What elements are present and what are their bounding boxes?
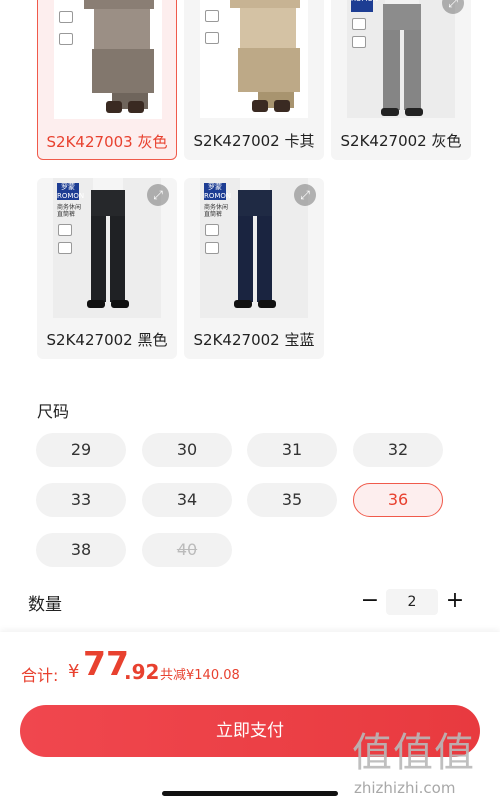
increase-quantity-button[interactable]: + bbox=[443, 588, 467, 616]
color-option-card[interactable]: ROMON ⤢ S2K427002 灰色 bbox=[331, 0, 471, 160]
watermark-logo: 值值值 bbox=[352, 730, 475, 776]
brand-logo: ROMON bbox=[351, 0, 378, 12]
product-thumbnail bbox=[200, 0, 308, 118]
product-thumbnail: 罗蒙 ROMON 商务休闲 直筒裤 bbox=[53, 178, 161, 318]
color-option-card[interactable]: S2K427003 灰色 bbox=[37, 0, 177, 160]
color-option-card[interactable]: S2K427002 卡其 bbox=[184, 0, 324, 160]
brand-logo: 罗蒙 ROMON bbox=[204, 183, 232, 200]
label-icon bbox=[59, 11, 73, 23]
label-icon bbox=[59, 33, 73, 45]
total-price-decimal: .92 bbox=[124, 660, 160, 684]
color-option-card[interactable]: 罗蒙 ROMON 商务休闲 直筒裤 ⤢ S2K427002 宝蓝 bbox=[184, 178, 324, 359]
expand-icon[interactable]: ⤢ bbox=[294, 184, 316, 206]
quantity-title: 数量 bbox=[28, 595, 62, 615]
size-chip[interactable]: 34 bbox=[142, 483, 232, 517]
label-icon bbox=[352, 36, 366, 48]
label-icon bbox=[205, 224, 219, 236]
product-thumbnail: 罗蒙 ROMON 商务休闲 直筒裤 bbox=[200, 178, 308, 318]
total-label: 合计: bbox=[21, 666, 59, 685]
label-icon bbox=[205, 242, 219, 254]
size-chip[interactable]: 30 bbox=[142, 433, 232, 467]
size-chip-selected[interactable]: 36 bbox=[353, 483, 443, 517]
size-chip-disabled: 40 bbox=[142, 533, 232, 567]
color-option-label: S2K427003 灰色 bbox=[46, 133, 168, 151]
size-section-title: 尺码 bbox=[37, 402, 70, 421]
product-thumbnail: ROMON bbox=[347, 0, 455, 118]
quantity-value[interactable]: 2 bbox=[386, 589, 438, 615]
currency-symbol: ¥ bbox=[68, 661, 80, 682]
total-price-integer: 77 bbox=[83, 644, 129, 683]
product-tag-text: 商务休闲 直筒裤 bbox=[57, 204, 82, 218]
product-thumbnail bbox=[54, 0, 162, 119]
watermark-url: zhizhizhi.com bbox=[354, 779, 456, 797]
size-chip[interactable]: 35 bbox=[247, 483, 337, 517]
color-option-label: S2K427002 宝蓝 bbox=[193, 331, 315, 349]
label-icon bbox=[58, 242, 72, 254]
color-option-label: S2K427002 灰色 bbox=[340, 132, 462, 150]
color-option-label: S2K427002 黑色 bbox=[46, 331, 168, 349]
label-icon bbox=[205, 32, 219, 44]
discount-text: 共减¥140.08 bbox=[160, 668, 240, 683]
color-option-card[interactable]: 罗蒙 ROMON 商务休闲 直筒裤 ⤢ S2K427002 黑色 bbox=[37, 178, 177, 359]
brand-logo: 罗蒙 ROMON bbox=[57, 183, 85, 200]
label-icon bbox=[205, 10, 219, 22]
label-icon bbox=[58, 224, 72, 236]
size-chip[interactable]: 38 bbox=[36, 533, 126, 567]
size-chip[interactable]: 29 bbox=[36, 433, 126, 467]
home-indicator[interactable] bbox=[162, 791, 338, 796]
size-chip[interactable]: 31 bbox=[247, 433, 337, 467]
size-chip[interactable]: 33 bbox=[36, 483, 126, 517]
size-chip[interactable]: 32 bbox=[353, 433, 443, 467]
decrease-quantity-button[interactable]: − bbox=[358, 588, 382, 616]
product-tag-text: 商务休闲 直筒裤 bbox=[204, 204, 229, 218]
label-icon bbox=[352, 18, 366, 30]
color-option-label: S2K427002 卡其 bbox=[193, 132, 315, 150]
expand-icon[interactable]: ⤢ bbox=[147, 184, 169, 206]
